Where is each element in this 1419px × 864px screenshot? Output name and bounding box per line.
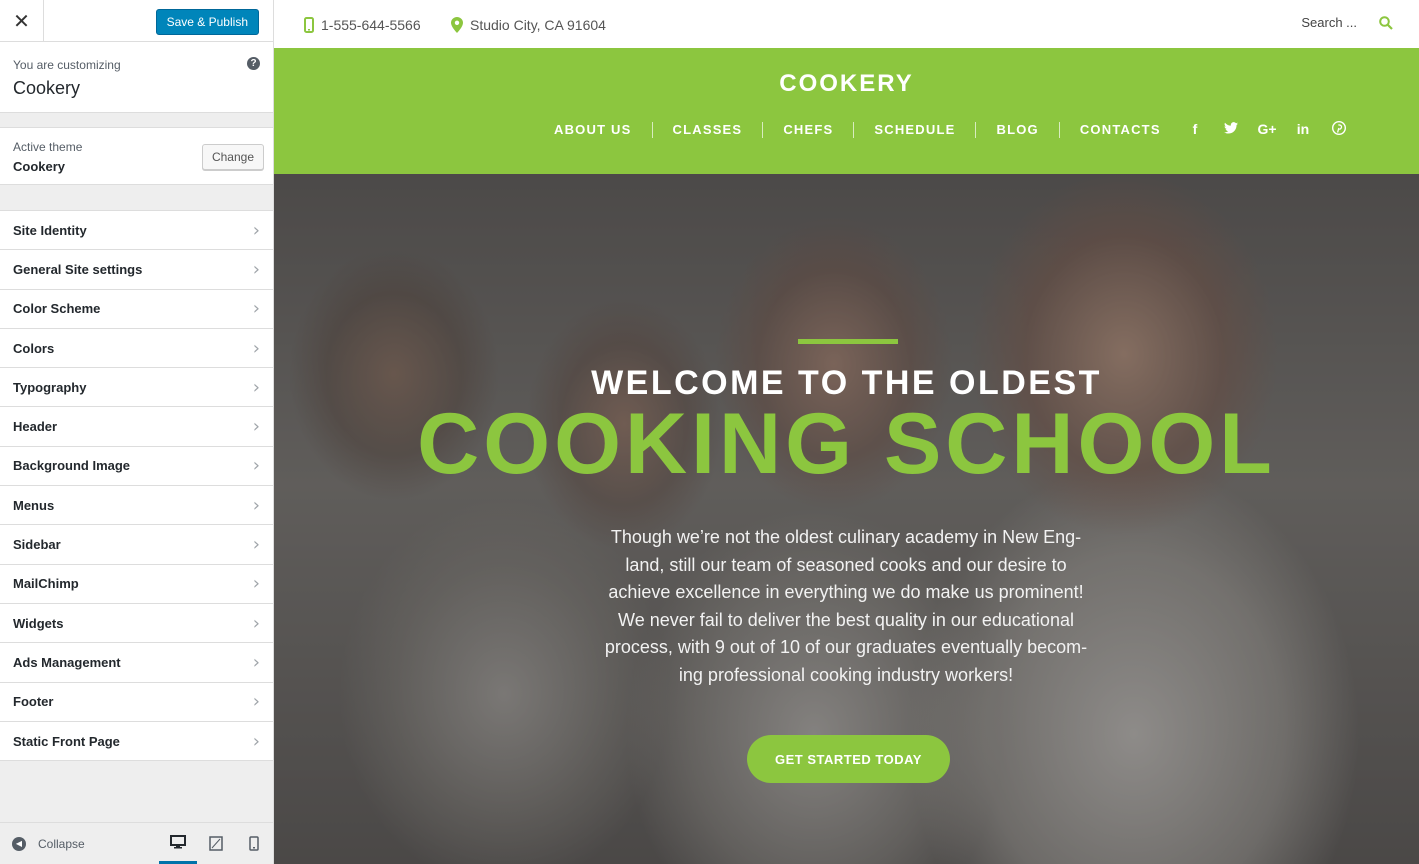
collapse-icon[interactable]: ◀	[12, 836, 26, 851]
panel-label: Static Front Page	[13, 733, 120, 749]
panel-site-identity[interactable]: Site Identity ›	[0, 211, 273, 251]
phone-info: 1-555-644-5566	[304, 0, 421, 50]
panel-label: General Site settings	[13, 261, 143, 277]
mobile-icon[interactable]	[235, 823, 273, 864]
chevron-right-icon: ›	[252, 494, 260, 516]
active-theme-section: Active theme Cookery Change	[0, 127, 273, 185]
panel-colors[interactable]: Colors ›	[0, 329, 273, 369]
panel-label: Sidebar	[13, 537, 61, 553]
chevron-right-icon: ›	[252, 376, 260, 398]
social-links: f G+ in	[1177, 120, 1357, 138]
collapse-button[interactable]: Collapse	[38, 837, 85, 851]
chevron-right-icon: ›	[252, 573, 260, 595]
hero-description: Though we’re not the oldest culinary aca…	[604, 527, 1088, 685]
device-switcher	[159, 823, 273, 864]
panel-label: MailChimp	[13, 576, 79, 592]
panel-typography[interactable]: Typography ›	[0, 368, 273, 408]
menu-item-about-us[interactable]: ABOUT US	[534, 122, 653, 138]
pinterest-icon[interactable]	[1321, 120, 1357, 138]
site-logo[interactable]: COOKERY	[274, 70, 1419, 98]
menu-item-blog[interactable]: BLOG	[976, 122, 1060, 138]
panel-static-front-page[interactable]: Static Front Page ›	[0, 722, 273, 762]
chevron-right-icon: ›	[252, 337, 260, 359]
chevron-right-icon: ›	[252, 219, 260, 241]
desktop-icon[interactable]	[159, 823, 197, 864]
site-preview: 1-555-644-5566 Studio City, CA 91604 Sea…	[274, 0, 1419, 864]
chevron-right-icon: ›	[252, 691, 260, 713]
panel-label: Background Image	[13, 458, 131, 474]
panel-widgets[interactable]: Widgets ›	[0, 604, 273, 644]
help-icon[interactable]: ?	[247, 57, 260, 70]
customizing-label: You are customizing	[13, 58, 121, 72]
main-menu: ABOUT US CLASSES CHEFS SCHEDULE BLOG CON…	[534, 122, 1181, 138]
twitter-icon[interactable]	[1213, 121, 1249, 138]
chevron-right-icon: ›	[252, 416, 260, 438]
panel-footer[interactable]: Footer ›	[0, 683, 273, 722]
address-text: Studio City, CA 91604	[470, 17, 606, 33]
site-topbar: 1-555-644-5566 Studio City, CA 91604 Sea…	[274, 0, 1419, 48]
panel-label: Footer	[13, 694, 54, 710]
panel-header[interactable]: Header ›	[0, 407, 273, 447]
chevron-right-icon: ›	[252, 651, 260, 673]
chevron-right-icon: ›	[252, 730, 260, 752]
customizer-header: ✕ Save & Publish	[0, 0, 273, 42]
panel-general-site-settings[interactable]: General Site settings ›	[0, 250, 273, 290]
chevron-right-icon: ›	[252, 298, 260, 320]
menu-item-schedule[interactable]: SCHEDULE	[854, 122, 977, 138]
panel-label: Site Identity	[13, 222, 87, 238]
panel-label: Typography	[13, 379, 87, 395]
panel-label: Header	[13, 419, 58, 435]
panel-label: Ads Management	[13, 654, 121, 670]
chevron-right-icon: ›	[252, 258, 260, 280]
chevron-right-icon: ›	[252, 534, 260, 556]
change-theme-button[interactable]: Change	[201, 144, 264, 170]
customizer-footer: ◀ Collapse	[0, 822, 273, 864]
map-pin-icon	[451, 17, 463, 33]
panel-label: Colors	[13, 340, 55, 356]
panel-label: Color Scheme	[13, 301, 101, 317]
chevron-right-icon: ›	[252, 455, 260, 477]
site-title: Cookery	[13, 78, 81, 98]
panel-ads-management[interactable]: Ads Management ›	[0, 643, 273, 683]
panel-list: Site Identity › General Site settings › Co…	[0, 210, 273, 762]
panel-sidebar[interactable]: Sidebar ›	[0, 525, 273, 565]
panel-background-image[interactable]: Background Image ›	[0, 447, 273, 487]
tablet-icon[interactable]	[197, 823, 235, 864]
menu-item-classes[interactable]: CLASSES	[653, 122, 764, 138]
chevron-right-icon: ›	[252, 612, 260, 634]
google-plus-icon[interactable]: G+	[1249, 121, 1285, 138]
get-started-button[interactable]: GET STARTED TODAY	[747, 735, 950, 783]
panel-mailchimp[interactable]: MailChimp ›	[0, 565, 273, 604]
phone-number[interactable]: 1-555-644-5566	[321, 17, 421, 33]
search-input[interactable]: Search ...	[1301, 15, 1357, 30]
customizing-info: You are customizing Cookery ?	[0, 42, 273, 113]
panel-menus[interactable]: Menus ›	[0, 486, 273, 526]
panel-label: Menus	[13, 497, 55, 513]
hero-section: WELCOME TO THE OLDEST COOKING SCHOOL Tho…	[274, 174, 1419, 864]
linkedin-icon[interactable]: in	[1285, 121, 1321, 138]
close-icon[interactable]: ✕	[0, 0, 44, 42]
main-navbar: COOKERY ABOUT US CLASSES CHEFS SCHEDULE …	[274, 48, 1419, 174]
phone-icon	[304, 17, 314, 33]
panel-color-scheme[interactable]: Color Scheme ›	[0, 290, 273, 329]
save-publish-button[interactable]: Save & Publish	[155, 9, 259, 35]
search-icon[interactable]	[1379, 16, 1393, 30]
customizer-sidebar: ✕ Save & Publish You are customizing Coo…	[0, 0, 274, 864]
menu-item-contacts[interactable]: CONTACTS	[1060, 122, 1181, 138]
hero-accent-line	[798, 339, 898, 344]
hero-title-line2: COOKING SCHOOL	[417, 396, 1276, 492]
panel-label: Widgets	[13, 615, 64, 631]
facebook-icon[interactable]: f	[1177, 121, 1213, 138]
menu-item-chefs[interactable]: CHEFS	[763, 122, 855, 138]
address-info: Studio City, CA 91604	[451, 0, 606, 50]
